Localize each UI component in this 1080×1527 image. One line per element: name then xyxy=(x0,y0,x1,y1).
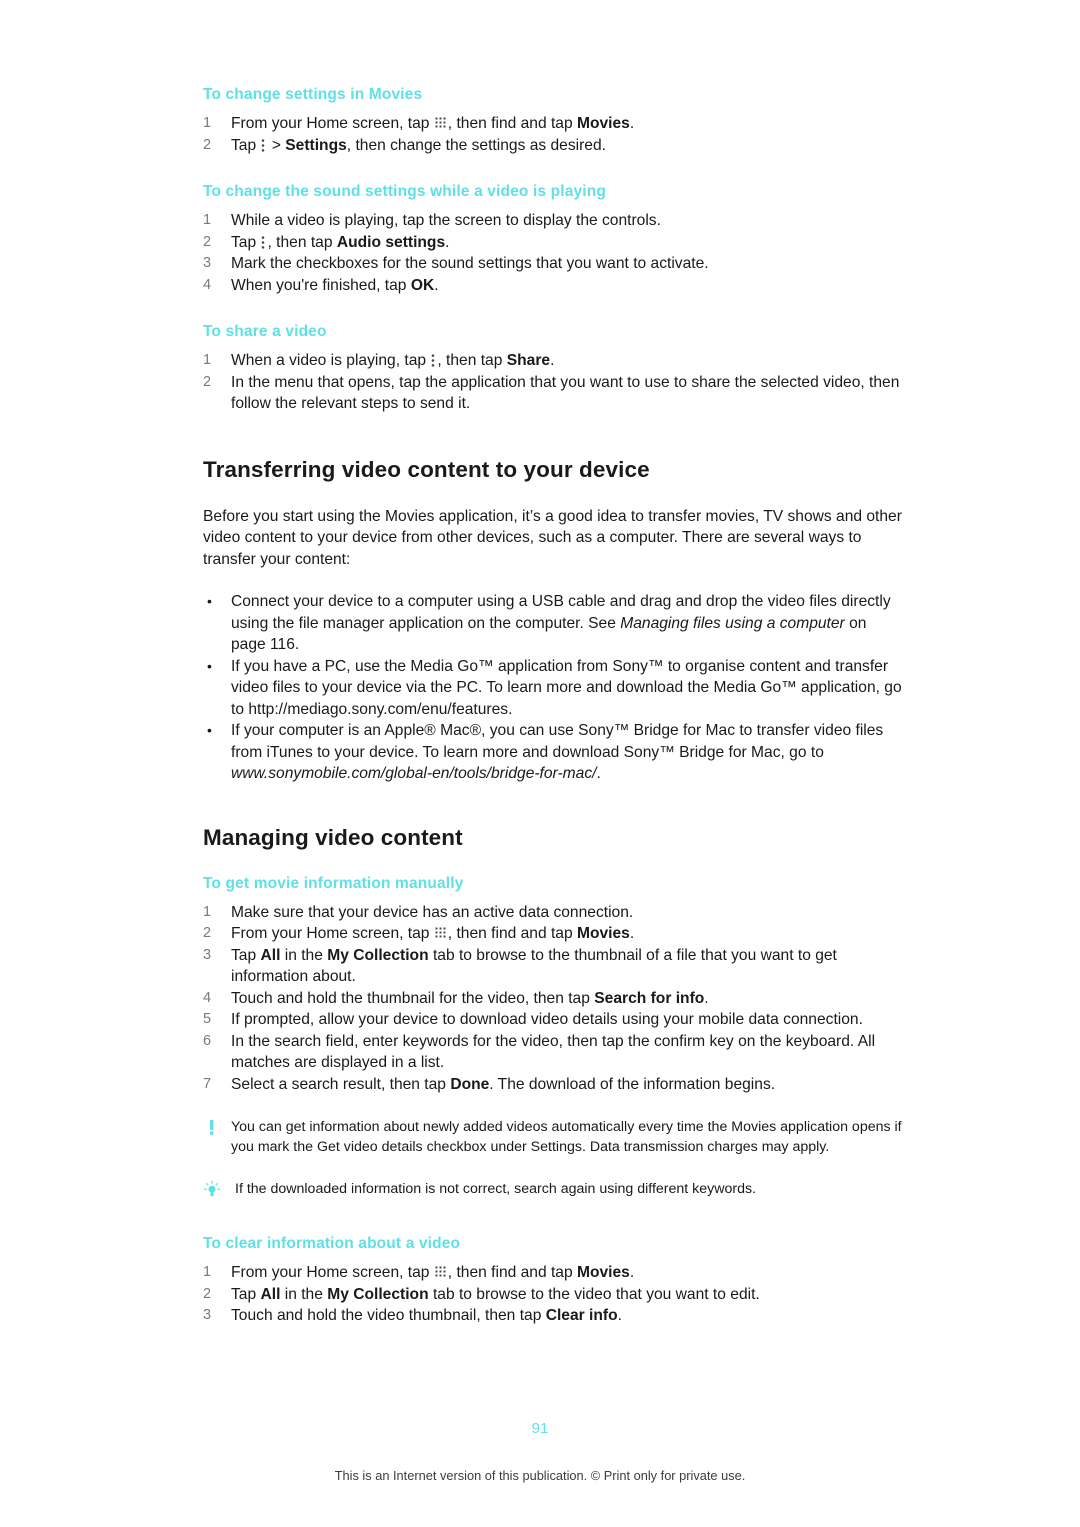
list-item: When you're finished, tap OK. xyxy=(203,275,439,296)
lightbulb-icon xyxy=(203,1180,221,1198)
heading-change-settings-movies: To change settings in Movies xyxy=(203,86,423,103)
app-grid-icon xyxy=(434,117,447,129)
overflow-menu-icon xyxy=(261,138,267,152)
heading-change-sound-settings: To change the sound settings while a vid… xyxy=(203,183,606,200)
list-item: If your computer is an Apple® Mac®, you … xyxy=(203,720,903,785)
page-number: 91 xyxy=(531,1420,549,1437)
list-item: From your Home screen, tap , then find a… xyxy=(203,923,635,944)
bullets-transferring: Connect your device to a computer using … xyxy=(203,591,903,785)
list-item: When a video is playing, tap , then tap … xyxy=(203,350,555,371)
list-item: If you have a PC, use the Media Go™ appl… xyxy=(203,656,903,721)
list-item: From your Home screen, tap , then find a… xyxy=(203,113,635,134)
note-tip-text: If the downloaded information is not cor… xyxy=(235,1181,757,1197)
list-item: In the search field, enter keywords for … xyxy=(203,1031,876,1072)
app-grid-icon xyxy=(434,1266,447,1278)
overflow-menu-icon xyxy=(261,235,267,249)
list-item: While a video is playing, tap the screen… xyxy=(203,210,661,231)
list-item: Touch and hold the video thumbnail, then… xyxy=(203,1305,622,1326)
heading-movie-info: To get movie information manually xyxy=(203,874,464,892)
list-item: If prompted, allow your device to downlo… xyxy=(203,1009,863,1030)
note-warning: You can get information about newly adde… xyxy=(203,1117,903,1157)
list-item: Tap > Settings, then change the settings… xyxy=(203,135,606,156)
page-content: To change settings in Movies From your H… xyxy=(203,86,903,1327)
paragraph-transferring-intro: Before you start using the Movies applic… xyxy=(203,507,902,568)
exclamation-icon xyxy=(203,1118,221,1136)
list-item: Tap All in the My Collection tab to brow… xyxy=(203,945,837,986)
list-item: Tap All in the My Collection tab to brow… xyxy=(203,1284,760,1305)
steps-clear-info: From your Home screen, tap , then find a… xyxy=(203,1262,903,1327)
list-item: Tap , then tap Audio settings. xyxy=(203,232,450,253)
steps-movie-info: Make sure that your device has an active… xyxy=(203,902,903,1096)
note-warning-text: You can get information about newly adde… xyxy=(231,1119,902,1155)
list-item: Select a search result, then tap Done. T… xyxy=(203,1074,776,1095)
document-page: To change settings in Movies From your H… xyxy=(0,0,1080,1527)
list-item: In the menu that opens, tap the applicat… xyxy=(203,372,900,413)
app-grid-icon xyxy=(434,927,447,939)
list-item: Connect your device to a computer using … xyxy=(203,591,903,656)
note-tip: If the downloaded information is not cor… xyxy=(203,1179,903,1199)
list-item: Mark the checkboxes for the sound settin… xyxy=(203,253,709,274)
steps-change-sound-settings: While a video is playing, tap the screen… xyxy=(203,210,903,296)
heading-transferring: Transferring video content to your devic… xyxy=(203,456,650,482)
heading-share-video: To share a video xyxy=(203,323,327,340)
heading-clear-info: To clear information about a video xyxy=(203,1235,461,1252)
overflow-menu-icon xyxy=(431,354,437,367)
steps-change-settings-movies: From your Home screen, tap , then find a… xyxy=(203,113,903,156)
steps-share-video: When a video is playing, tap , then tap … xyxy=(203,350,903,415)
list-item: Make sure that your device has an active… xyxy=(203,902,634,923)
list-item: From your Home screen, tap , then find a… xyxy=(203,1262,635,1283)
heading-managing: Managing video content xyxy=(203,824,463,850)
footer-notice: This is an Internet version of this publ… xyxy=(334,1468,746,1483)
list-item: Touch and hold the thumbnail for the vid… xyxy=(203,988,709,1009)
